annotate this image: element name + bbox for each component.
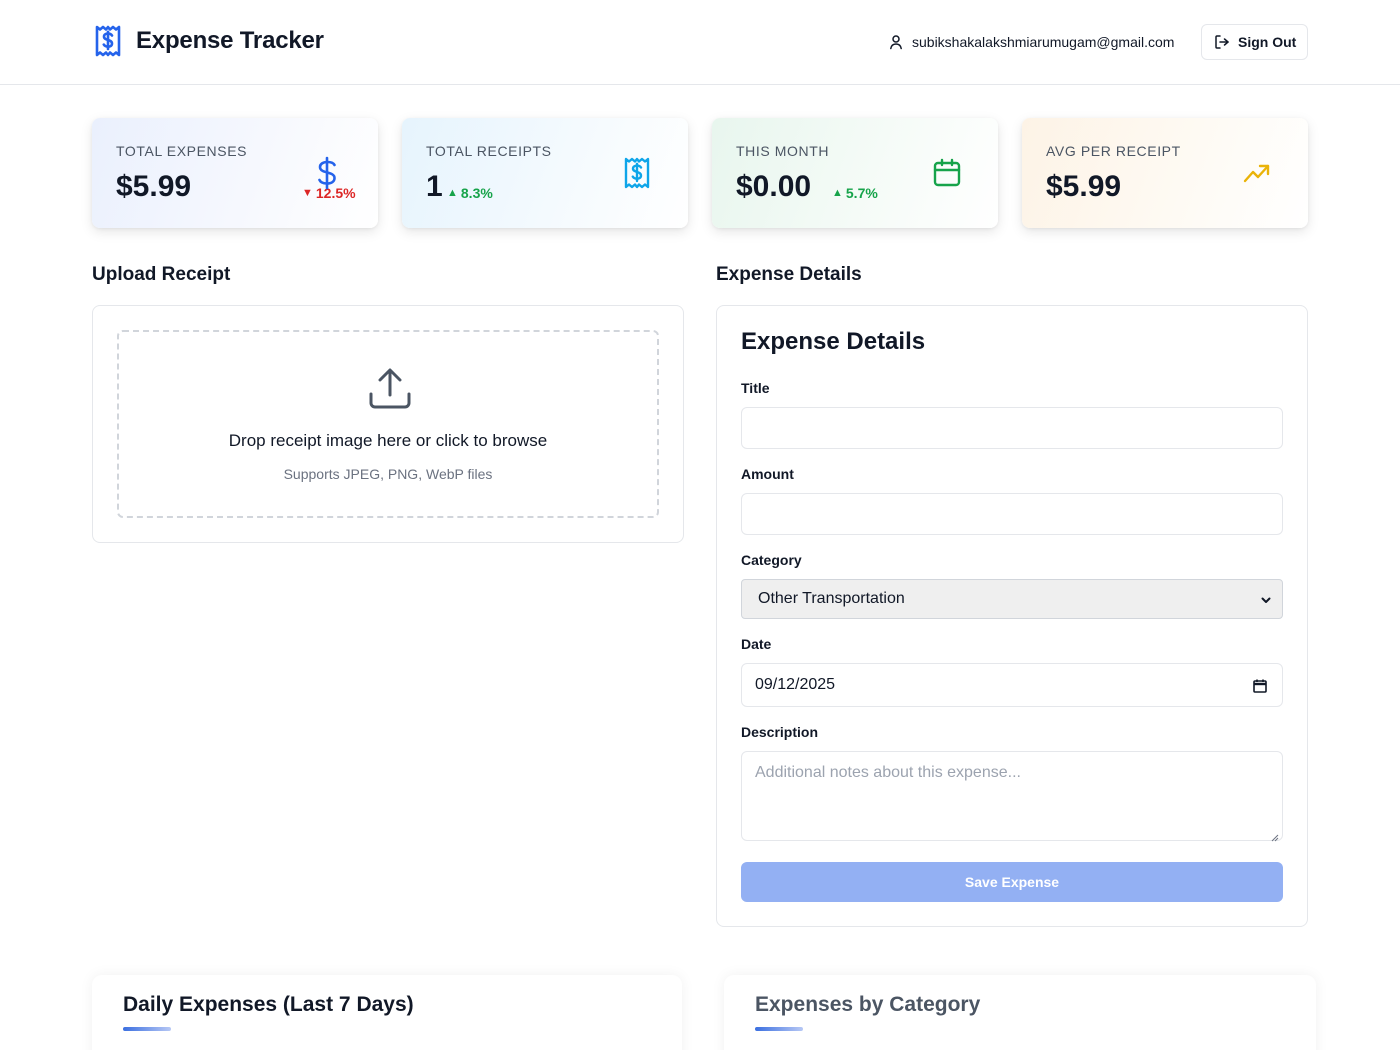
expense-section-title: Expense Details — [716, 264, 862, 285]
stat-card-total-expenses: TOTAL EXPENSES $5.99 ▼ 12.5% — [92, 118, 378, 228]
title-underline — [755, 1027, 803, 1031]
stat-card-avg-per-receipt: AVG PER RECEIPT $5.99 — [1022, 118, 1308, 228]
amount-label: Amount — [741, 466, 794, 482]
receipt-dropzone[interactable]: Drop receipt image here or click to brow… — [117, 330, 659, 518]
title-underline — [123, 1027, 171, 1031]
arrow-up-icon: ▲ — [832, 187, 843, 199]
sign-out-label: Sign Out — [1238, 34, 1297, 50]
daily-expenses-chart-card: Daily Expenses (Last 7 Days) — [92, 975, 682, 1050]
stat-change-positive: ▲ 8.3% — [447, 185, 493, 201]
expenses-by-category-chart-card: Expenses by Category — [724, 975, 1316, 1050]
category-chart-title: Expenses by Category — [755, 993, 981, 1016]
date-input[interactable]: 09/12/2025 — [741, 663, 1283, 707]
app-header: Expense Tracker subikshakalakshmiarumuga… — [0, 0, 1400, 85]
category-selected-value: Other Transportation — [758, 590, 905, 607]
stat-change-value: 5.7% — [845, 185, 878, 201]
dropzone-text: Drop receipt image here or click to brow… — [228, 431, 548, 450]
resize-handle-icon[interactable] — [1271, 829, 1279, 842]
title-input[interactable] — [741, 407, 1283, 449]
date-value: 09/12/2025 — [755, 676, 836, 693]
receipt-logo-icon — [92, 24, 124, 58]
chevron-down-icon — [1260, 593, 1272, 605]
stat-change-positive: ▲ 5.7% — [832, 185, 878, 201]
calendar-picker-icon[interactable] — [1252, 678, 1268, 694]
arrow-up-icon: ▲ — [447, 187, 458, 199]
dollar-icon — [310, 156, 344, 190]
dropzone-supported-formats: Supports JPEG, PNG, WebP files — [283, 466, 493, 482]
sign-out-button[interactable]: Sign Out — [1201, 24, 1308, 60]
stat-value: $5.99 — [1046, 170, 1122, 203]
user-email: subikshakalakshmiarumugam@gmail.com — [912, 34, 1175, 50]
form-heading: Expense Details — [741, 328, 926, 355]
stat-label: THIS MONTH — [736, 143, 830, 159]
brand: Expense Tracker — [92, 24, 324, 58]
trending-up-icon — [1240, 156, 1274, 190]
amount-input[interactable] — [741, 493, 1283, 535]
description-label: Description — [741, 724, 819, 740]
title-label: Title — [741, 380, 770, 396]
receipt-icon — [620, 156, 654, 190]
category-select[interactable]: Other Transportation — [741, 579, 1283, 619]
log-out-icon — [1214, 34, 1230, 50]
stat-change-value: 8.3% — [460, 185, 493, 201]
stat-value: $0.00 — [736, 170, 812, 203]
date-label: Date — [741, 636, 772, 652]
user-icon — [888, 34, 904, 50]
expense-form-card: Expense Details Title Amount Category Ot… — [716, 305, 1308, 927]
app-title: Expense Tracker — [136, 27, 324, 54]
stat-value: 1 — [426, 170, 443, 203]
stat-value: $5.99 — [116, 170, 192, 203]
save-expense-button[interactable]: Save Expense — [741, 862, 1283, 902]
upload-icon — [368, 367, 412, 411]
description-textarea[interactable]: Additional notes about this expense... — [741, 751, 1283, 842]
stat-label: TOTAL RECEIPTS — [426, 143, 552, 159]
user-info: subikshakalakshmiarumugam@gmail.com — [888, 32, 1174, 52]
description-placeholder: Additional notes about this expense... — [755, 764, 1021, 781]
daily-expenses-title: Daily Expenses (Last 7 Days) — [123, 993, 414, 1016]
stat-label: TOTAL EXPENSES — [116, 143, 248, 159]
stat-label: AVG PER RECEIPT — [1046, 143, 1181, 159]
upload-section-title: Upload Receipt — [92, 264, 231, 285]
stat-card-this-month: THIS MONTH $0.00 ▲ 5.7% — [712, 118, 998, 228]
upload-card: Drop receipt image here or click to brow… — [92, 305, 684, 543]
calendar-icon — [930, 156, 964, 190]
stat-card-total-receipts: TOTAL RECEIPTS 1 ▲ 8.3% — [402, 118, 688, 228]
category-label: Category — [741, 552, 802, 568]
